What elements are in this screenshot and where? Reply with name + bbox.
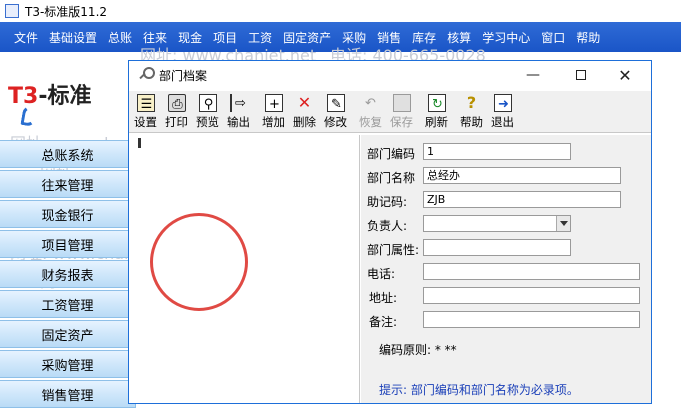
code-rule: 编码原则: * **: [379, 343, 457, 357]
app-title: T3-标准版11.2: [25, 4, 108, 19]
dept-name-label: 部门名称: [367, 171, 416, 185]
exit-button[interactable]: ➜ 退出: [487, 91, 518, 131]
menu-accounting[interactable]: 核算: [447, 29, 471, 46]
menu-fixed-assets[interactable]: 固定资产: [283, 29, 331, 46]
undo-icon: ↶: [365, 95, 376, 111]
menu-ledger[interactable]: 总账: [108, 29, 132, 46]
phone-label: 电话:: [367, 267, 396, 281]
menu-sales[interactable]: 销售: [377, 29, 401, 46]
menu-window[interactable]: 窗口: [541, 29, 565, 46]
sidebar-item-cash-bank[interactable]: 现金银行: [0, 200, 136, 228]
menu-bar: 文件 基础设置 总账 往来 现金 项目 工资 固定资产 采购 销售 库存 核算 …: [0, 22, 681, 52]
mnemonic-field[interactable]: ZJB: [423, 191, 621, 208]
delete-button[interactable]: ✕ 删除: [289, 91, 320, 131]
dept-name-field[interactable]: 总经办: [423, 167, 621, 184]
dept-code-field[interactable]: 1: [423, 143, 571, 160]
menu-learning-center[interactable]: 学习中心: [482, 29, 530, 46]
menu-help[interactable]: 帮助: [576, 29, 600, 46]
sidebar-item-purchase[interactable]: 采购管理: [0, 350, 136, 378]
sidebar-item-project[interactable]: 项目管理: [0, 230, 136, 258]
address-label: 地址:: [369, 291, 398, 305]
save-button[interactable]: 保存: [386, 91, 417, 131]
sidebar-item-reports[interactable]: 财务报表: [0, 260, 136, 288]
department-form: 部门编码 1 部门名称 总经办 助记码: ZJB 负责人: 部门属性: 电话: …: [361, 135, 651, 403]
close-button[interactable]: ✕: [603, 61, 647, 89]
annotation-circle: [150, 213, 248, 311]
menu-project[interactable]: 项目: [213, 29, 237, 46]
restore-button[interactable]: ↶ 恢复: [355, 91, 386, 131]
manager-lookup-icon[interactable]: [556, 216, 570, 231]
dialog-toolbar: ☰ 设置 ⎙ 打印 ⚲ 预览 ⇨ 输出 + 增加 ✕ 删除 ✎ 修改 ↶ 恢复 保存 ↻ 刷新 ?…: [129, 91, 651, 133]
sidebar-item-fixed-assets[interactable]: 固定资产: [0, 320, 136, 348]
menu-purchase[interactable]: 采购: [342, 29, 366, 46]
maximize-icon: [576, 70, 586, 80]
menu-inventory[interactable]: 库存: [412, 29, 436, 46]
remark-field[interactable]: [423, 311, 640, 328]
remark-label: 备注:: [369, 315, 398, 329]
export-button[interactable]: ⇨ 输出: [223, 91, 254, 131]
sidebar-item-receivables[interactable]: 往来管理: [0, 170, 136, 198]
dialog-title-bar[interactable]: 部门档案 — ✕: [129, 61, 651, 89]
required-hint: 提示: 部门编码和部门名称为必录项。: [379, 383, 579, 397]
help-button[interactable]: ? 帮助: [456, 91, 487, 131]
settings-icon: ☰: [136, 94, 155, 112]
refresh-icon: ↻: [427, 94, 446, 112]
print-button[interactable]: ⎙ 打印: [161, 91, 192, 131]
help-icon: ?: [466, 93, 477, 112]
menu-receivables[interactable]: 往来: [143, 29, 167, 46]
department-dialog: 部门档案 — ✕ ☰ 设置 ⎙ 打印 ⚲ 预览 ⇨ 输出 + 增加 ✕ 删除 ✎ 修改 ↶ 恢复…: [128, 60, 652, 404]
sidebar-item-payroll[interactable]: 工资管理: [0, 290, 136, 318]
key-icon: [137, 67, 155, 83]
department-tree[interactable]: [134, 135, 360, 403]
manager-label: 负责人:: [367, 219, 408, 233]
app-title-bar: T3-标准版11.2: [0, 0, 681, 22]
dialog-title: 部门档案: [159, 68, 208, 83]
attribute-label: 部门属性:: [367, 243, 420, 257]
menu-file[interactable]: 文件: [14, 29, 38, 46]
edit-icon: ✎: [326, 94, 345, 112]
app-icon: [5, 4, 19, 18]
export-icon: ⇨: [229, 94, 248, 112]
module-sidebar: 总账系统 往来管理 现金银行 项目管理 财务报表 工资管理 固定资产 采购管理 …: [0, 140, 136, 410]
address-field[interactable]: [423, 287, 640, 304]
add-icon: +: [264, 94, 283, 112]
tree-cursor: [138, 138, 141, 148]
print-icon: ⎙: [167, 94, 186, 112]
t3-logo: T3-标准: [8, 84, 92, 109]
minimize-button[interactable]: —: [511, 61, 555, 89]
manager-select[interactable]: [423, 215, 571, 232]
dept-code-label: 部门编码: [367, 147, 416, 161]
menu-basic-settings[interactable]: 基础设置: [49, 29, 97, 46]
add-button[interactable]: + 增加: [258, 91, 289, 131]
menu-payroll[interactable]: 工资: [248, 29, 272, 46]
edit-button[interactable]: ✎ 修改: [320, 91, 351, 131]
preview-button[interactable]: ⚲ 预览: [192, 91, 223, 131]
preview-icon: ⚲: [198, 94, 217, 112]
delete-icon: ✕: [297, 93, 312, 112]
maximize-button[interactable]: [559, 61, 603, 89]
sidebar-item-ledger[interactable]: 总账系统: [0, 140, 136, 168]
menu-cash[interactable]: 现金: [178, 29, 202, 46]
mnemonic-label: 助记码:: [367, 195, 408, 209]
attribute-field[interactable]: [423, 239, 571, 256]
phone-field[interactable]: [423, 263, 640, 280]
exit-icon: ➜: [493, 94, 512, 112]
settings-button[interactable]: ☰ 设置: [130, 91, 161, 131]
save-icon: [392, 94, 411, 112]
refresh-button[interactable]: ↻ 刷新: [421, 91, 452, 131]
